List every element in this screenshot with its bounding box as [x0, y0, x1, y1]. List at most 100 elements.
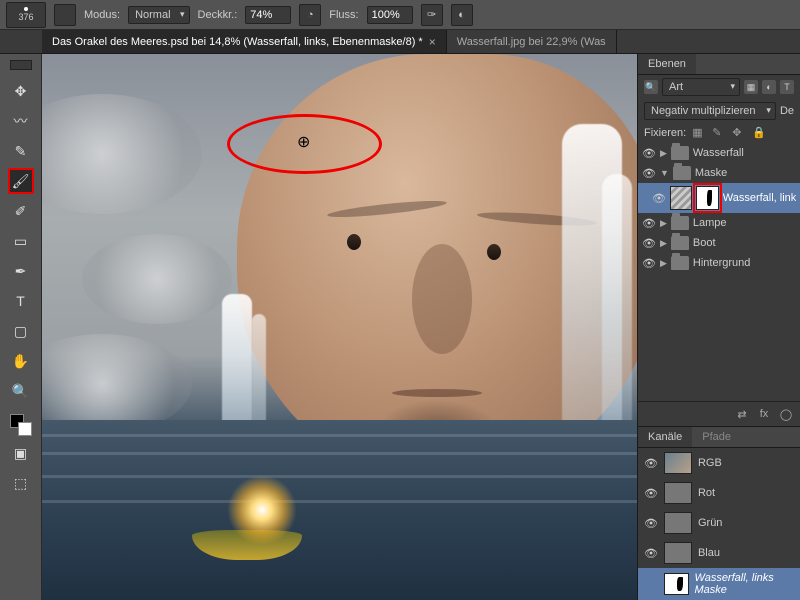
- mask-icon[interactable]: ◯: [778, 406, 794, 422]
- visibility-icon[interactable]: 👁: [644, 547, 658, 560]
- panels: Ebenen 🔍 Art ▦ ◐ T Negativ multipliziere…: [637, 54, 800, 600]
- toolbox: ✥ 〰 ✎ 🖌 ✐ ▭ ✒ T ▢ ✋ 🔍 ▣ ⬚: [0, 54, 42, 600]
- close-icon[interactable]: ×: [429, 35, 436, 49]
- layer-thumbnail[interactable]: [670, 186, 692, 210]
- tab-active-doc[interactable]: Das Orakel des Meeres.psd bei 14,8% (Was…: [42, 30, 447, 53]
- tab-title: Das Orakel des Meeres.psd bei 14,8% (Was…: [52, 36, 423, 48]
- mode-label: Modus:: [84, 9, 120, 21]
- visibility-icon[interactable]: 👁: [642, 217, 656, 230]
- layer-name: Wasserfall: [693, 147, 744, 159]
- blend-extra-label: De: [780, 105, 794, 117]
- channel-row[interactable]: 👁 Rot: [638, 478, 800, 508]
- screen-mode-tool[interactable]: ⬚: [8, 470, 34, 496]
- channel-row[interactable]: 👁 Grün: [638, 508, 800, 538]
- filter-adj-icon[interactable]: ◐: [762, 80, 776, 94]
- tab-inactive-doc[interactable]: Wasserfall.jpg bei 22,9% (Was: [447, 30, 617, 53]
- filter-type2-icon[interactable]: T: [780, 80, 794, 94]
- channel-thumbnail: [664, 512, 692, 534]
- channel-row[interactable]: 👁 Blau: [638, 538, 800, 568]
- opacity-pressure-icon[interactable]: ◔: [299, 4, 321, 26]
- channel-name: Blau: [698, 547, 720, 559]
- channel-row-selected[interactable]: 👁 Wasserfall, links Maske: [638, 568, 800, 600]
- layer-row[interactable]: 👁 ▼ Maske: [638, 163, 800, 183]
- artwork-lamp-glow: [227, 475, 297, 545]
- quickmask-tool[interactable]: ▣: [8, 440, 34, 466]
- visibility-icon[interactable]: 👁: [642, 167, 656, 180]
- tab-channels[interactable]: Kanäle: [638, 427, 692, 447]
- lock-paint-icon[interactable]: ✎: [712, 126, 726, 140]
- channel-name: Grün: [698, 517, 722, 529]
- layers-footer: ⇄ fx ◯: [638, 401, 800, 426]
- history-brush-tool[interactable]: ✐: [8, 198, 34, 224]
- layer-row-selected[interactable]: 👁 Wasserfall, links: [638, 183, 800, 213]
- gradient-tool[interactable]: ▭: [8, 228, 34, 254]
- layer-row[interactable]: 👁 ▶ Wasserfall: [638, 143, 800, 163]
- folder-icon: [671, 146, 689, 160]
- disclose-icon[interactable]: ▶: [660, 148, 667, 159]
- disclose-icon[interactable]: ▶: [660, 238, 667, 249]
- channel-row[interactable]: 👁 RGB: [638, 448, 800, 478]
- layer-name: Hintergrund: [693, 257, 750, 269]
- background-color[interactable]: [18, 422, 32, 436]
- visibility-icon[interactable]: 👁: [642, 147, 656, 160]
- brush-tool[interactable]: 🖌: [8, 168, 34, 194]
- layer-name: Lampe: [693, 217, 727, 229]
- eyedropper-tool[interactable]: ✎: [8, 138, 34, 164]
- canvas-area: ⊕: [42, 54, 637, 600]
- brush-cursor-icon: ⊕: [297, 132, 310, 152]
- layer-name: Wasserfall, links: [723, 192, 796, 204]
- visibility-icon[interactable]: 👁: [652, 192, 666, 205]
- visibility-icon[interactable]: 👁: [642, 237, 656, 250]
- brush-panel-icon[interactable]: [54, 4, 76, 26]
- layers-list: 👁 ▶ Wasserfall 👁 ▼ Maske 👁 Wasserfall, l…: [638, 143, 800, 273]
- lock-transparency-icon[interactable]: ▦: [692, 126, 706, 140]
- fx-icon[interactable]: fx: [756, 406, 772, 422]
- opacity-label: Deckkr.:: [198, 9, 238, 21]
- document-canvas[interactable]: ⊕: [42, 54, 637, 600]
- lock-all-icon[interactable]: 🔒: [752, 126, 766, 140]
- tab-title: Wasserfall.jpg bei 22,9% (Was: [457, 36, 606, 48]
- options-bar: 376 Modus: Normal Deckkr.: 74% ◔ Fluss: …: [0, 0, 800, 30]
- filter-img-icon[interactable]: ▦: [744, 80, 758, 94]
- type-tool[interactable]: T: [8, 288, 34, 314]
- channels-panel: Kanäle Pfade 👁 RGB 👁 Rot 👁 Grün 👁: [638, 426, 800, 600]
- link-icon[interactable]: ⇄: [734, 406, 750, 422]
- folder-icon: [671, 256, 689, 270]
- channel-name: RGB: [698, 457, 722, 469]
- tab-layers[interactable]: Ebenen: [638, 54, 696, 74]
- visibility-icon[interactable]: 👁: [644, 487, 658, 500]
- artwork-sea: [42, 420, 637, 600]
- disclose-icon[interactable]: ▼: [660, 168, 669, 178]
- zoom-tool[interactable]: 🔍: [8, 378, 34, 404]
- lock-position-icon[interactable]: ✥: [732, 126, 746, 140]
- layer-row[interactable]: 👁 ▶ Boot: [638, 233, 800, 253]
- visibility-icon[interactable]: 👁: [644, 457, 658, 470]
- color-swatches[interactable]: [10, 414, 32, 436]
- pen-tool[interactable]: ✒: [8, 258, 34, 284]
- toolbox-handle[interactable]: [10, 60, 32, 70]
- airbrush-icon[interactable]: ✑: [421, 4, 443, 26]
- brush-preset-picker[interactable]: 376: [6, 2, 46, 28]
- disclose-icon[interactable]: ▶: [660, 218, 667, 229]
- tab-paths[interactable]: Pfade: [692, 427, 741, 447]
- layer-mask-thumbnail[interactable]: [696, 186, 718, 210]
- opacity-input[interactable]: 74%: [245, 6, 291, 24]
- shape-tool[interactable]: ▢: [8, 318, 34, 344]
- filter-type-icon[interactable]: 🔍: [644, 80, 658, 94]
- flow-input[interactable]: 100%: [367, 6, 413, 24]
- blend-mode-dropdown-panel[interactable]: Negativ multiplizieren: [644, 102, 776, 120]
- hand-tool[interactable]: ✋: [8, 348, 34, 374]
- move-tool[interactable]: ✥: [8, 78, 34, 104]
- filter-type-dropdown[interactable]: Art: [662, 78, 740, 96]
- layer-row[interactable]: 👁 ▶ Lampe: [638, 213, 800, 233]
- folder-icon: [671, 236, 689, 250]
- brush-size-label: 376: [18, 12, 33, 22]
- flow-label: Fluss:: [329, 9, 358, 21]
- layer-row[interactable]: 👁 ▶ Hintergrund: [638, 253, 800, 273]
- blend-mode-dropdown[interactable]: Normal: [128, 6, 189, 24]
- brush-alt-tool[interactable]: 〰: [8, 108, 34, 134]
- tablet-pressure-icon[interactable]: ◐: [451, 4, 473, 26]
- visibility-icon[interactable]: 👁: [642, 257, 656, 270]
- disclose-icon[interactable]: ▶: [660, 258, 667, 269]
- visibility-icon[interactable]: 👁: [644, 517, 658, 530]
